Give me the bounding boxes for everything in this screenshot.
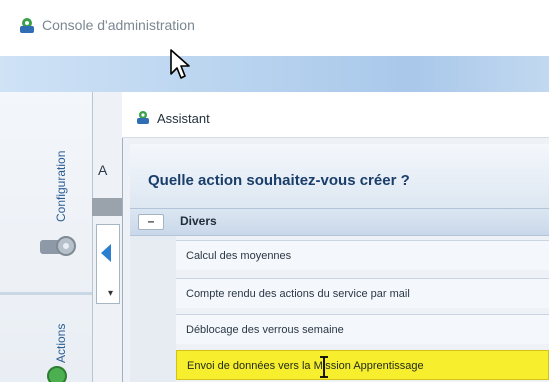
- action-item-compte-rendu[interactable]: Compte rendu des actions du service par …: [176, 278, 549, 308]
- actions-icon: [47, 366, 67, 382]
- left-arrow-icon[interactable]: [101, 244, 111, 262]
- background-tab-label[interactable]: A: [98, 162, 107, 178]
- assistant-icon: [137, 111, 149, 124]
- tab-actions[interactable]: Actions: [54, 303, 68, 363]
- config-gear-icon: [40, 236, 76, 256]
- list-indent-gutter: [130, 236, 176, 382]
- action-item-deblocage-verrous[interactable]: Déblocage des verrous semaine: [176, 314, 549, 344]
- collapse-button[interactable]: –: [138, 214, 164, 230]
- action-item-calcul-moyennes[interactable]: Calcul des moyennes: [176, 240, 549, 270]
- action-item-envoi-donnees[interactable]: Envoi de données vers la Mission Apprent…: [176, 350, 549, 380]
- admin-console-icon: [20, 18, 34, 33]
- main-titlebar: Console d'administration: [0, 0, 549, 56]
- caret-down-icon[interactable]: ▾: [108, 288, 113, 299]
- app-title: Console d'administration: [42, 17, 195, 33]
- dialog-title: Assistant: [157, 111, 210, 126]
- background-header-bar: [92, 198, 122, 216]
- tab-configuration[interactable]: Configuration: [54, 112, 68, 222]
- rail-divider: [0, 292, 92, 295]
- dialog-question: Quelle action souhaitez-vous créer ?: [148, 172, 410, 189]
- text-cursor-icon: [320, 356, 328, 378]
- mouse-cursor-icon: [170, 49, 190, 79]
- category-label: Divers: [180, 214, 217, 228]
- ribbon-bar: [0, 56, 549, 92]
